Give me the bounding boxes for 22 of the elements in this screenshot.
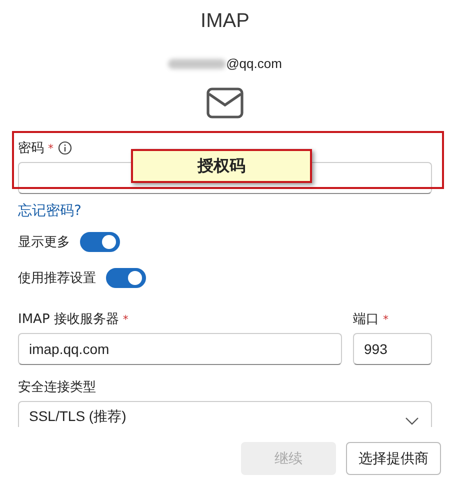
forgot-password-link[interactable]: 忘记密码? (18, 202, 82, 220)
chevron-icon (405, 417, 419, 425)
page-title: IMAP (200, 9, 250, 34)
annotation-callout: 授权码 (131, 149, 312, 183)
port-label: 端口 (353, 311, 379, 328)
security-dropdown[interactable]: SSL/TLS (推荐) (18, 401, 432, 427)
required-mark: * (383, 312, 388, 326)
email-address: @qq.com (226, 56, 282, 71)
info-icon[interactable] (58, 141, 72, 155)
toggle-label: 使用推荐设置 (18, 270, 96, 287)
choose-provider-button[interactable]: 选择提供商 (346, 442, 441, 475)
server-label: IMAP 接收服务器 (18, 311, 119, 328)
password-label: 密码 (18, 140, 44, 157)
security-label: 安全连接类型 (18, 379, 96, 396)
toggle-label: 显示更多 (18, 234, 70, 251)
envelope-icon (206, 87, 244, 119)
toggle-switch[interactable] (80, 232, 120, 252)
required-mark: * (48, 142, 54, 154)
port-field[interactable]: 993 (353, 333, 432, 365)
server-field[interactable]: imap.qq.com (18, 333, 342, 365)
required-mark: * (122, 312, 128, 326)
toggle-switch[interactable] (106, 268, 146, 288)
